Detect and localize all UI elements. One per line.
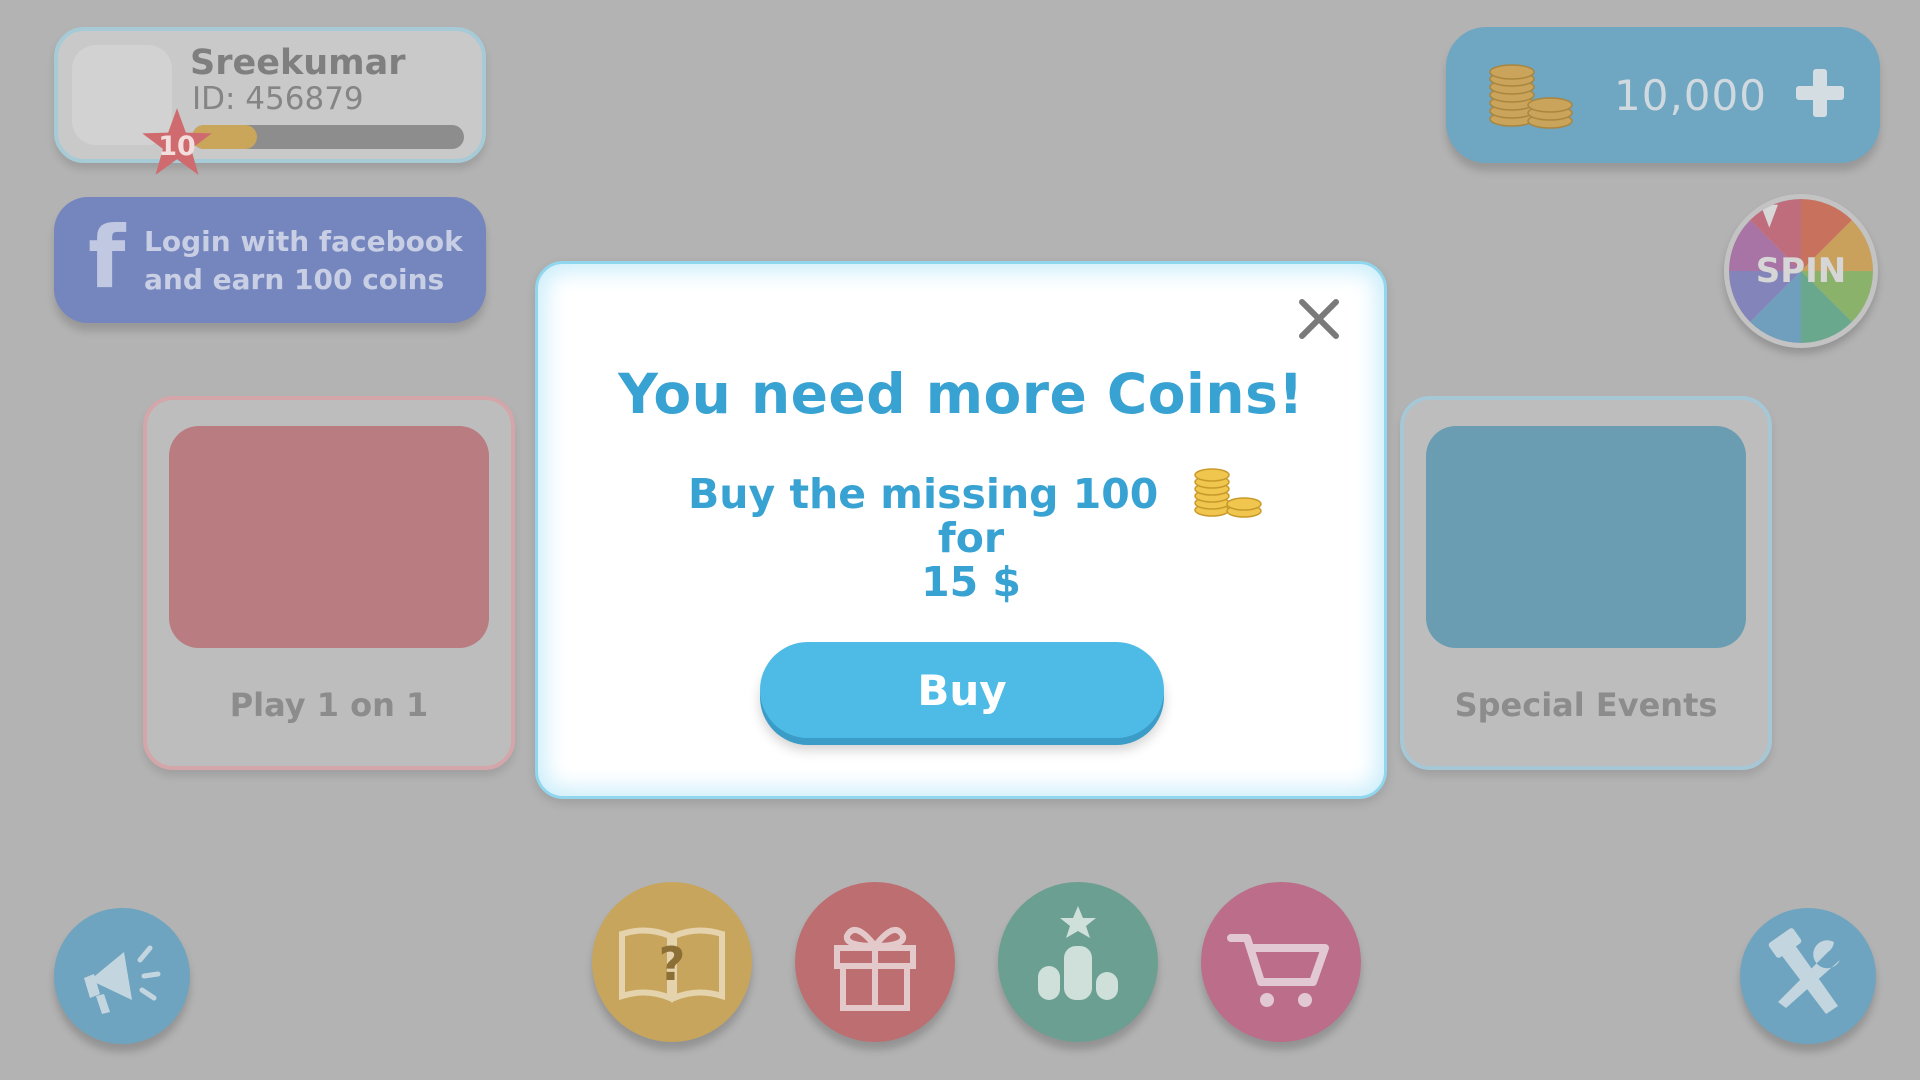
coin-balance-value: 10,000 xyxy=(1614,71,1767,120)
play-1on1-card[interactable]: Play 1 on 1 xyxy=(143,396,515,770)
facebook-login-label: Login with facebook and earn 100 coins xyxy=(144,225,463,296)
special-events-card[interactable]: Special Events xyxy=(1400,396,1772,770)
settings-button[interactable] xyxy=(1740,908,1876,1044)
play-1on1-image xyxy=(169,426,489,648)
megaphone-icon xyxy=(84,945,161,1014)
dialog-title: You need more Coins! xyxy=(618,362,1304,426)
leaderboard-button[interactable] xyxy=(998,882,1158,1042)
dialog-message-line1: Buy the missing 100 xyxy=(688,470,1159,518)
spin-label: SPIN xyxy=(1755,251,1847,291)
leaderboard-icon xyxy=(1038,906,1118,1000)
player-id: ID: 456879 xyxy=(192,81,364,117)
player-name: Sreekumar xyxy=(190,43,406,83)
coin-stack-icon xyxy=(1489,64,1573,129)
special-events-label: Special Events xyxy=(1454,686,1718,724)
dialog-price: 15 $ xyxy=(921,558,1021,606)
shop-button[interactable] xyxy=(1201,882,1361,1042)
announcements-button[interactable] xyxy=(54,908,190,1044)
dialog-message-line2: for xyxy=(937,514,1005,562)
xp-progress-bar xyxy=(192,125,464,149)
profile-card[interactable]: 10 Sreekumar ID: 456879 xyxy=(54,27,486,175)
more-coins-dialog: You need more Coins! Buy the missing 100… xyxy=(535,261,1387,799)
gift-icon xyxy=(834,926,916,1011)
spin-wheel-button[interactable]: SPIN xyxy=(1724,194,1878,348)
plus-icon[interactable] xyxy=(1792,65,1848,121)
coin-stack-icon xyxy=(1194,468,1262,518)
facebook-login-button[interactable]: f Login with facebook and earn 100 coins xyxy=(54,197,486,323)
gift-button[interactable] xyxy=(795,882,955,1042)
help-book-icon: ? xyxy=(619,927,725,1003)
buy-button[interactable]: Buy xyxy=(760,642,1164,738)
level-number: 10 xyxy=(158,130,196,162)
tools-icon xyxy=(1768,928,1840,1014)
close-icon[interactable] xyxy=(1294,294,1344,344)
help-button[interactable]: ? xyxy=(592,882,752,1042)
play-1on1-label: Play 1 on 1 xyxy=(229,686,429,724)
special-events-image xyxy=(1426,426,1746,648)
facebook-icon: f xyxy=(88,208,126,308)
svg-text:?: ? xyxy=(659,937,686,991)
cart-icon xyxy=(1227,934,1329,1007)
coin-balance[interactable]: 10,000 xyxy=(1446,27,1880,163)
buy-button-label: Buy xyxy=(917,665,1007,715)
